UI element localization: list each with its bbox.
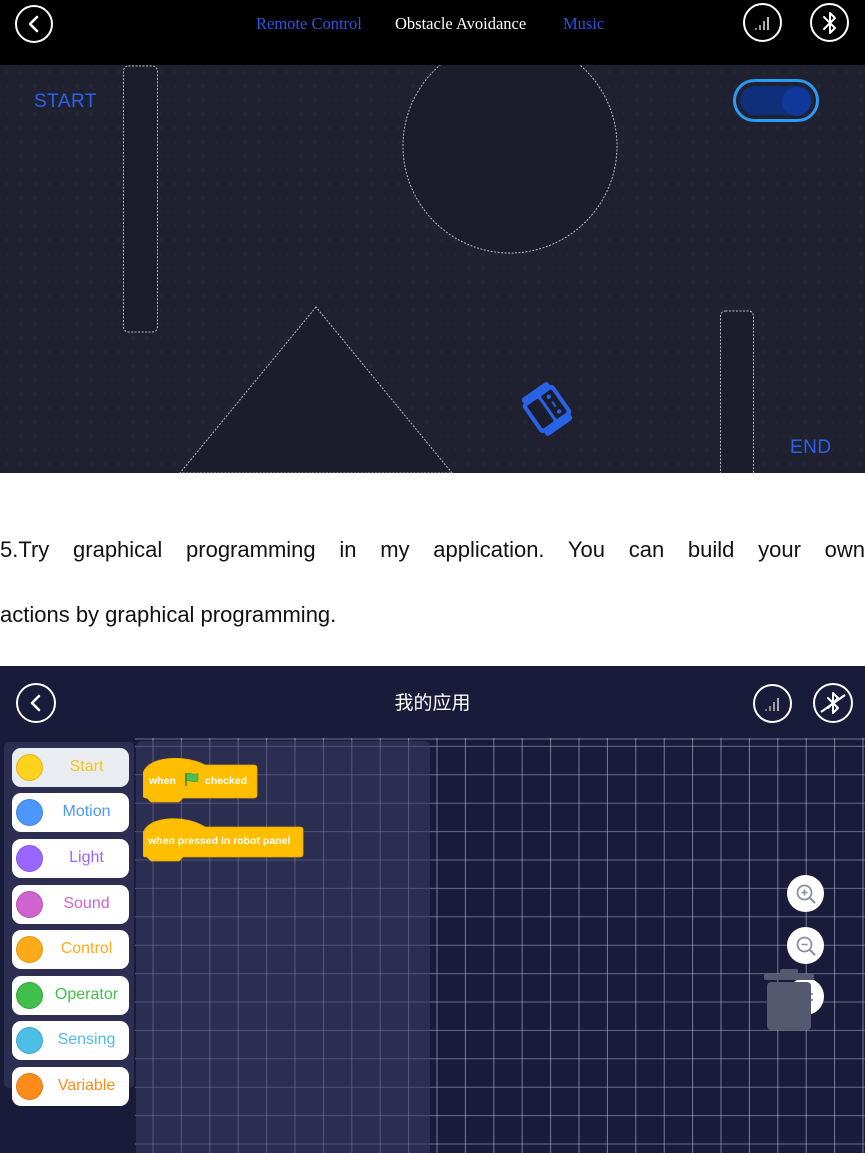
category-color-dot — [16, 1073, 43, 1100]
obstacle-bar-left — [123, 65, 158, 333]
back-button[interactable] — [15, 5, 53, 43]
bluetooth-disconnected-icon — [820, 692, 846, 714]
app-header: 我的应用 — [0, 666, 865, 738]
category-sound[interactable]: Sound — [12, 885, 129, 924]
category-color-dot — [16, 982, 43, 1009]
robot-car-icon[interactable] — [517, 379, 577, 439]
graphical-programming-screen: 我的应用 Start Motion Light Sound Control Operato… — [0, 666, 865, 1153]
obstacle-avoidance-screen: Remote Control Obstacle Avoidance Music … — [0, 0, 865, 473]
tab-remote-control[interactable]: Remote Control — [256, 14, 362, 34]
avoidance-toggle[interactable] — [733, 79, 819, 122]
zoom-in-button[interactable] — [787, 875, 824, 912]
block-text-when: when — [149, 775, 176, 787]
bluetooth-button[interactable] — [810, 3, 849, 42]
category-label: Light — [69, 849, 104, 866]
when-flag-checked-block[interactable]: when checked — [143, 751, 258, 803]
instruction-text-line1: 5.Try graphical programming in my applic… — [0, 537, 865, 562]
category-color-dot — [16, 936, 43, 963]
category-color-dot — [16, 799, 43, 826]
obstacle-shapes — [123, 65, 754, 473]
green-flag-icon — [185, 772, 199, 786]
trash-icon[interactable] — [764, 966, 814, 1032]
toggle-knob — [782, 87, 811, 116]
bluetooth-icon — [822, 11, 836, 34]
when-pressed-in-robot-panel-block[interactable]: when pressed in robot panel — [143, 811, 305, 863]
start-label: START — [34, 91, 98, 112]
instruction-text-line2: actions by graphical programming. — [0, 602, 337, 627]
tab-obstacle-avoidance[interactable]: Obstacle Avoidance — [395, 14, 526, 34]
category-label: Variable — [57, 1077, 116, 1094]
signal-button[interactable] — [753, 684, 792, 723]
category-label: Start — [69, 758, 104, 775]
zoom-out-button[interactable] — [787, 927, 824, 964]
category-label: Sensing — [57, 1031, 116, 1048]
zoom-out-icon — [796, 936, 815, 955]
category-operator[interactable]: Operator — [12, 976, 129, 1015]
back-chevron-icon — [28, 15, 39, 33]
block-text: when pressed in robot panel — [148, 835, 291, 847]
category-variable[interactable]: Variable — [12, 1067, 129, 1106]
obstacle-circle — [402, 65, 618, 254]
category-label: Motion — [62, 803, 111, 820]
obstacle-arena: START END — [0, 65, 865, 473]
signal-bars-icon — [764, 697, 779, 711]
category-panel: Start Motion Light Sound Control Operator Sens… — [4, 742, 134, 1106]
category-color-dot — [16, 845, 43, 872]
category-label: Sound — [63, 895, 110, 912]
category-motion[interactable]: Motion — [12, 793, 129, 832]
category-color-dot — [16, 891, 43, 918]
category-light[interactable]: Light — [12, 839, 129, 878]
obstacle-bar-right — [720, 310, 754, 473]
page-title: 我的应用 — [394, 692, 471, 714]
category-start[interactable]: Start — [12, 748, 129, 787]
signal-bars-icon — [754, 16, 769, 30]
category-label: Control — [60, 940, 113, 957]
category-label: Operator — [54, 986, 119, 1003]
obstacle-triangle — [179, 306, 453, 473]
end-label: END — [790, 437, 832, 458]
signal-button[interactable] — [743, 3, 782, 42]
bluetooth-button[interactable] — [813, 683, 853, 723]
category-color-dot — [16, 754, 43, 781]
block-text-checked: checked — [205, 775, 248, 787]
category-color-dot — [16, 1027, 43, 1054]
category-sensing[interactable]: Sensing — [12, 1021, 129, 1060]
code-workspace[interactable]: Start Motion Light Sound Control Operator Sens… — [0, 738, 865, 1153]
tab-music[interactable]: Music — [563, 14, 604, 34]
category-control[interactable]: Control — [12, 930, 129, 969]
top-nav-bar: Remote Control Obstacle Avoidance Music — [0, 0, 865, 65]
zoom-in-icon — [796, 884, 815, 903]
